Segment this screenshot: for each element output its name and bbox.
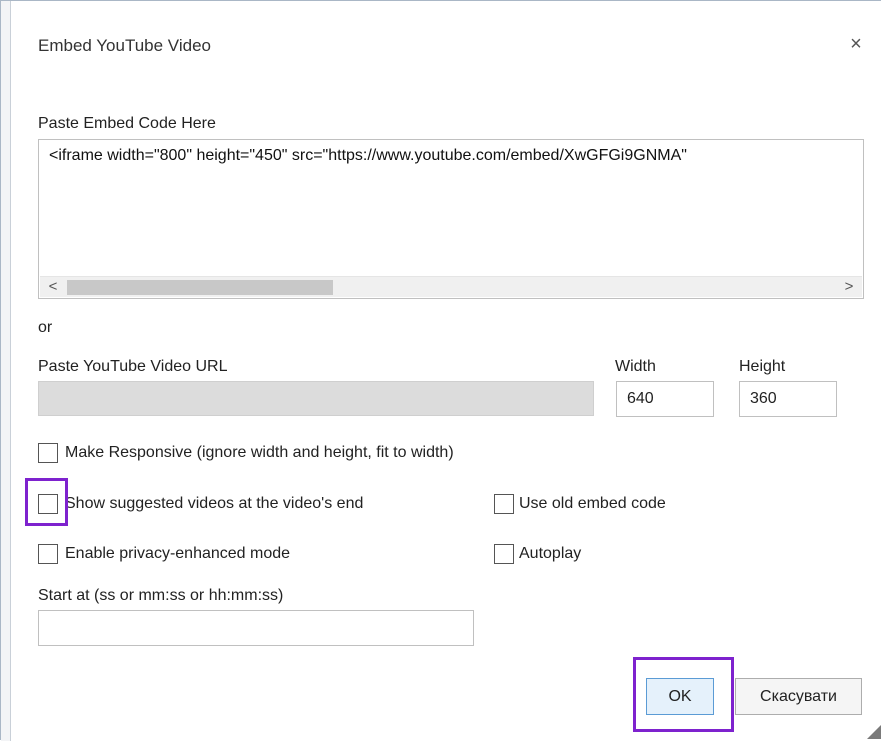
height-input[interactable]: 360 [739,381,837,417]
suggested-videos-label: Show suggested videos at the video's end [65,495,364,512]
embed-code-label: Paste Embed Code Here [38,115,216,132]
old-embed-code-checkbox[interactable] [494,494,514,514]
start-at-input[interactable] [38,610,474,646]
or-separator: or [38,319,53,336]
horizontal-scrollbar[interactable]: < > [40,276,862,297]
make-responsive-label: Make Responsive (ignore width and height… [65,444,454,461]
privacy-mode-checkbox[interactable] [38,544,58,564]
height-label: Height [739,358,786,375]
embed-code-textarea[interactable]: <iframe width="800" height="450" src="ht… [38,139,864,299]
embed-code-value: <iframe width="800" height="450" src="ht… [49,147,687,164]
autoplay-label: Autoplay [519,545,582,562]
width-input[interactable]: 640 [616,381,714,417]
autoplay-checkbox[interactable] [494,544,514,564]
video-url-label: Paste YouTube Video URL [38,358,228,375]
scrollbar-thumb[interactable] [67,280,333,295]
embed-youtube-dialog: Embed YouTube Video × Paste Embed Code H… [0,0,881,741]
background-strip [1,1,11,741]
old-embed-code-label: Use old embed code [519,495,666,512]
resize-grip-icon[interactable] [867,725,881,739]
start-at-label: Start at (ss or mm:ss or hh:mm:ss) [38,587,284,604]
cancel-button[interactable]: Скасувати [735,678,862,715]
make-responsive-checkbox[interactable] [38,443,58,463]
suggested-videos-checkbox[interactable] [38,494,58,514]
video-url-input[interactable] [38,381,594,416]
scroll-right-icon[interactable]: > [839,279,859,295]
ok-button[interactable]: OK [646,678,714,715]
scroll-left-icon[interactable]: < [43,279,63,295]
width-label: Width [615,358,656,375]
privacy-mode-label: Enable privacy-enhanced mode [65,545,291,562]
close-icon[interactable]: × [846,34,866,54]
dialog-title: Embed YouTube Video [38,36,211,55]
